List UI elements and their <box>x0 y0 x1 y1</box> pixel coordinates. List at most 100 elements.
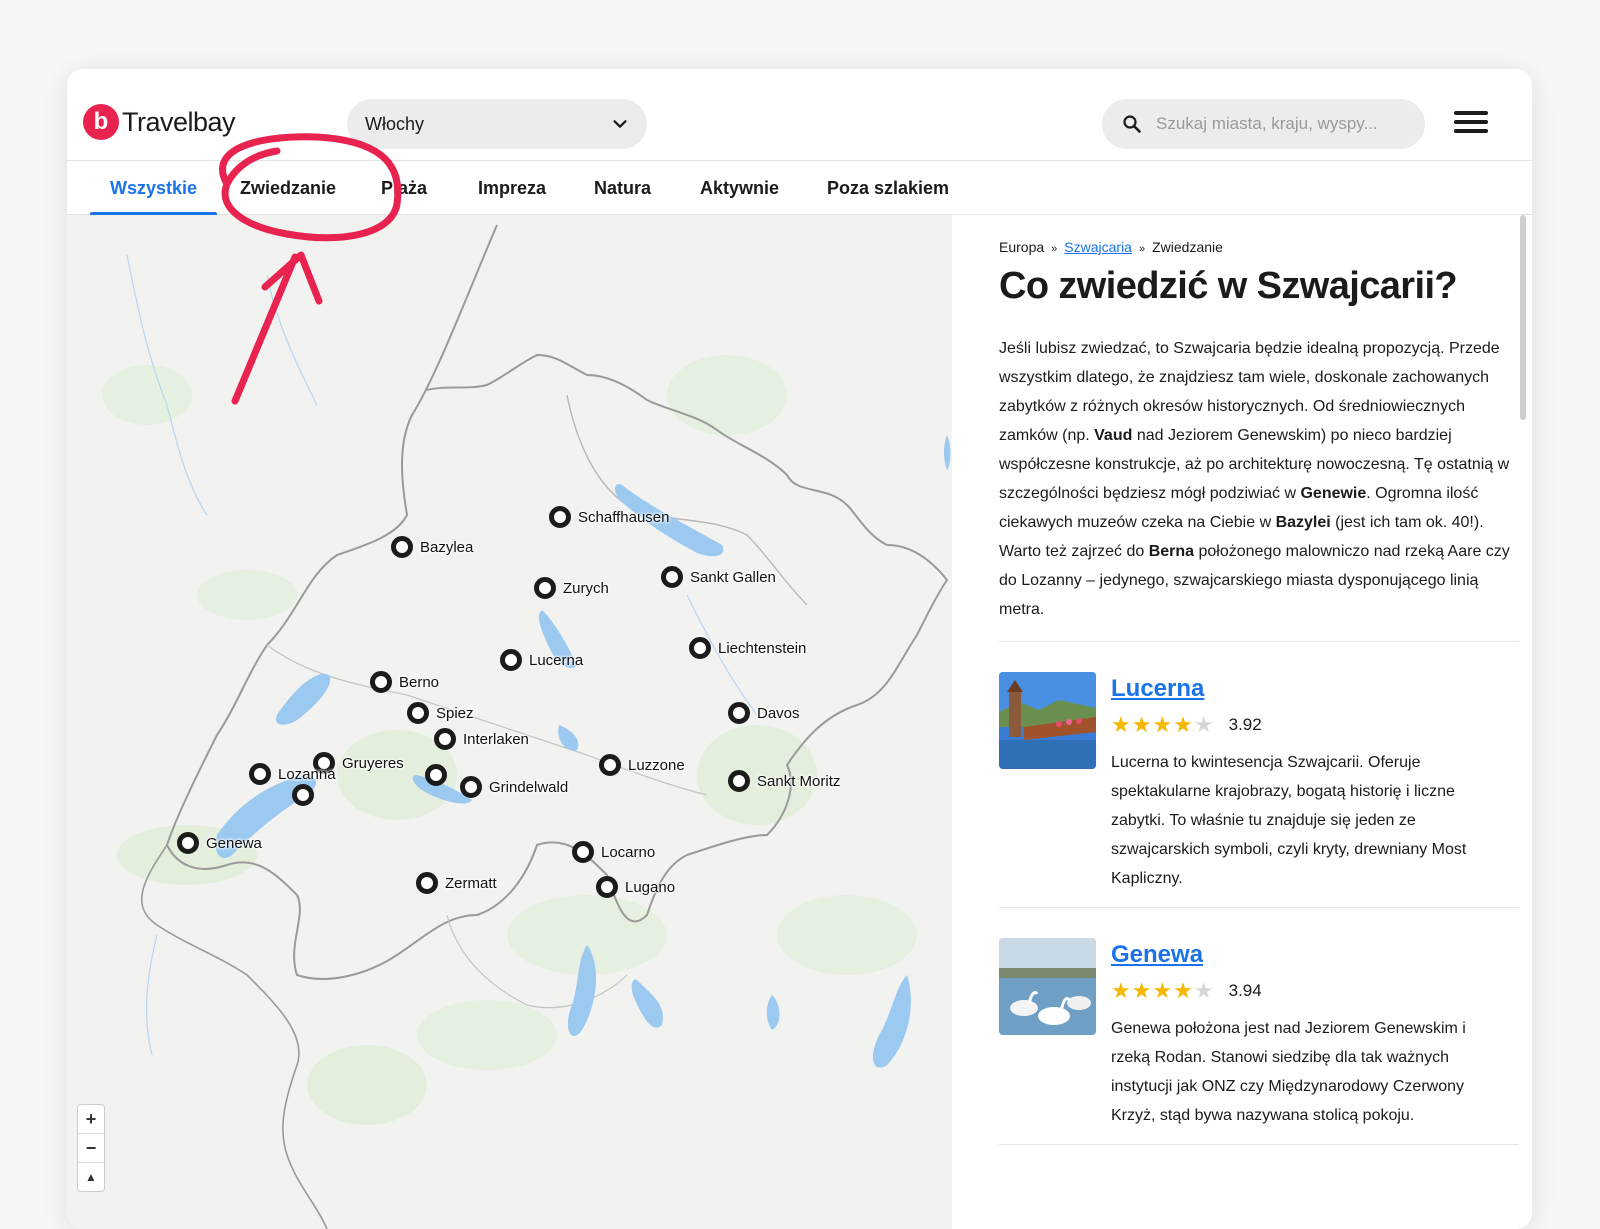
category-tabs: Wszystkie Zwiedzanie Plaża Impreza Natur… <box>67 160 1532 216</box>
logo[interactable]: b Travelbay <box>83 104 236 140</box>
marker-dot <box>549 506 571 528</box>
marker-label: Davos <box>757 704 800 722</box>
map-marker[interactable]: Schaffhausen <box>549 506 669 528</box>
rating-score: 3.92 <box>1228 715 1262 734</box>
zoom-out-button[interactable]: − <box>78 1134 104 1163</box>
zoom-in-button[interactable]: + <box>78 1105 104 1134</box>
marker-label: Genewa <box>206 834 262 852</box>
marker-dot <box>572 841 594 863</box>
map-marker[interactable]: Luzzone <box>599 754 685 776</box>
map-marker[interactable]: Lozanna <box>249 763 336 785</box>
tab-plaza[interactable]: Plaża <box>381 161 427 215</box>
logo-mark: b <box>83 104 119 140</box>
scrollbar-thumb[interactable] <box>1520 215 1526 420</box>
logo-text: Travelbay <box>122 106 236 137</box>
search-box[interactable] <box>1102 99 1425 149</box>
tab-wszystkie[interactable]: Wszystkie <box>89 161 218 216</box>
marker-label: Bazylea <box>420 538 474 556</box>
marker-dot <box>292 784 314 806</box>
marker-label: Lozanna <box>278 765 336 783</box>
marker-dot <box>534 577 556 599</box>
breadcrumb-link[interactable]: Szwajcaria <box>1064 239 1132 255</box>
marker-dot <box>370 671 392 693</box>
map-marker[interactable]: Davos <box>728 702 800 724</box>
place-name-link[interactable]: Genewa <box>1111 941 1203 969</box>
marker-label: Zermatt <box>445 874 497 892</box>
map-marker[interactable]: Spiez <box>407 702 474 724</box>
marker-label: Locarno <box>601 843 656 861</box>
marker-dot <box>661 566 683 588</box>
map-marker[interactable]: Grindelwald <box>460 776 568 798</box>
country-select[interactable]: Włochy <box>347 99 647 149</box>
marker-dot <box>425 764 447 786</box>
map-background <box>67 215 952 1229</box>
marker-label: Grindelwald <box>489 778 569 796</box>
map-marker[interactable]: Lugano <box>596 876 675 898</box>
hamburger-menu-icon[interactable] <box>1454 111 1488 137</box>
map-marker[interactable]: Berno <box>370 671 439 693</box>
map-marker[interactable]: Liechtenstein <box>689 637 806 659</box>
breadcrumb-current: Zwiedzanie <box>1152 239 1223 255</box>
browser-window: b Travelbay Włochy Wszystkie Zwiedzanie … <box>67 69 1532 1229</box>
marker-dot <box>728 702 750 724</box>
marker-label: Luzzone <box>628 756 685 774</box>
marker-label: Zurych <box>563 579 609 597</box>
rating-score: 3.94 <box>1228 981 1262 1000</box>
place-thumbnail[interactable] <box>999 672 1096 769</box>
tab-zwiedzanie[interactable]: Zwiedzanie <box>240 161 336 215</box>
marker-dot <box>391 536 413 558</box>
divider <box>999 1144 1519 1145</box>
place-name-link[interactable]: Lucerna <box>1111 675 1204 703</box>
map-view[interactable]: Schaffhausen Bazylea Zurych Sankt Gallen… <box>67 215 952 1229</box>
star-rating-icon: ★★★★★ <box>1111 978 1215 1003</box>
marker-label: Spiez <box>436 704 474 722</box>
map-marker[interactable] <box>425 764 454 786</box>
marker-label: Lucerna <box>529 651 584 669</box>
place-rating: ★★★★★ 3.92 <box>1111 712 1262 738</box>
country-select-value: Włochy <box>365 113 425 134</box>
breadcrumb: Europa » Szwajcaria » Zwiedzanie <box>999 239 1223 255</box>
marker-label: Berno <box>399 673 440 691</box>
map-marker[interactable]: Zurych <box>534 577 609 599</box>
divider <box>999 641 1519 642</box>
place-thumbnail[interactable] <box>999 938 1096 1035</box>
search-input[interactable] <box>1154 113 1408 135</box>
map-marker[interactable]: Zermatt <box>416 872 497 894</box>
map-marker[interactable]: Sankt Moritz <box>728 770 840 792</box>
marker-dot <box>460 776 482 798</box>
intro-segment-bold: Genewie <box>1300 485 1367 502</box>
place-description: Genewa położona jest nad Jeziorem Genews… <box>1111 1020 1466 1124</box>
marker-dot <box>177 832 199 854</box>
map-marker[interactable]: Genewa <box>177 832 262 854</box>
compass-button[interactable]: ▲ <box>78 1163 104 1191</box>
intro-segment-bold: Bazylei <box>1275 514 1331 531</box>
tab-poza-szlakiem[interactable]: Poza szlakiem <box>827 161 949 215</box>
marker-dot <box>728 770 750 792</box>
breadcrumb-separator: » <box>1051 243 1058 255</box>
breadcrumb-root: Europa <box>999 239 1045 255</box>
intro-segment-bold: Vaud <box>1094 427 1133 444</box>
tab-impreza[interactable]: Impreza <box>478 161 546 215</box>
marker-dot <box>596 876 618 898</box>
map-marker[interactable]: Bazylea <box>391 536 473 558</box>
marker-dot <box>500 649 522 671</box>
content-panel: Europa » Szwajcaria » Zwiedzanie Co zwiedzić… <box>952 215 1532 1229</box>
tab-natura[interactable]: Natura <box>594 161 651 215</box>
marker-label: Lugano <box>625 878 676 896</box>
map-marker[interactable]: Interlaken <box>434 728 529 750</box>
intro-segment-bold: Berna <box>1148 543 1195 560</box>
marker-dot <box>434 728 456 750</box>
chevron-down-icon <box>613 120 627 128</box>
map-marker[interactable]: Locarno <box>572 841 655 863</box>
map-marker[interactable] <box>292 784 321 806</box>
search-icon <box>1123 115 1141 133</box>
map-marker[interactable]: Sankt Gallen <box>661 566 776 588</box>
tab-aktywnie[interactable]: Aktywnie <box>700 161 779 215</box>
place-description: Lucerna to kwintesencja Szwajcarii. Ofer… <box>1111 754 1467 887</box>
marker-label: Interlaken <box>463 730 529 748</box>
marker-label: Sankt Gallen <box>690 568 776 586</box>
breadcrumb-separator: » <box>1138 243 1146 255</box>
map-marker[interactable]: Lucerna <box>500 649 583 671</box>
marker-label: Schaffhausen <box>578 508 670 526</box>
marker-dot <box>599 754 621 776</box>
